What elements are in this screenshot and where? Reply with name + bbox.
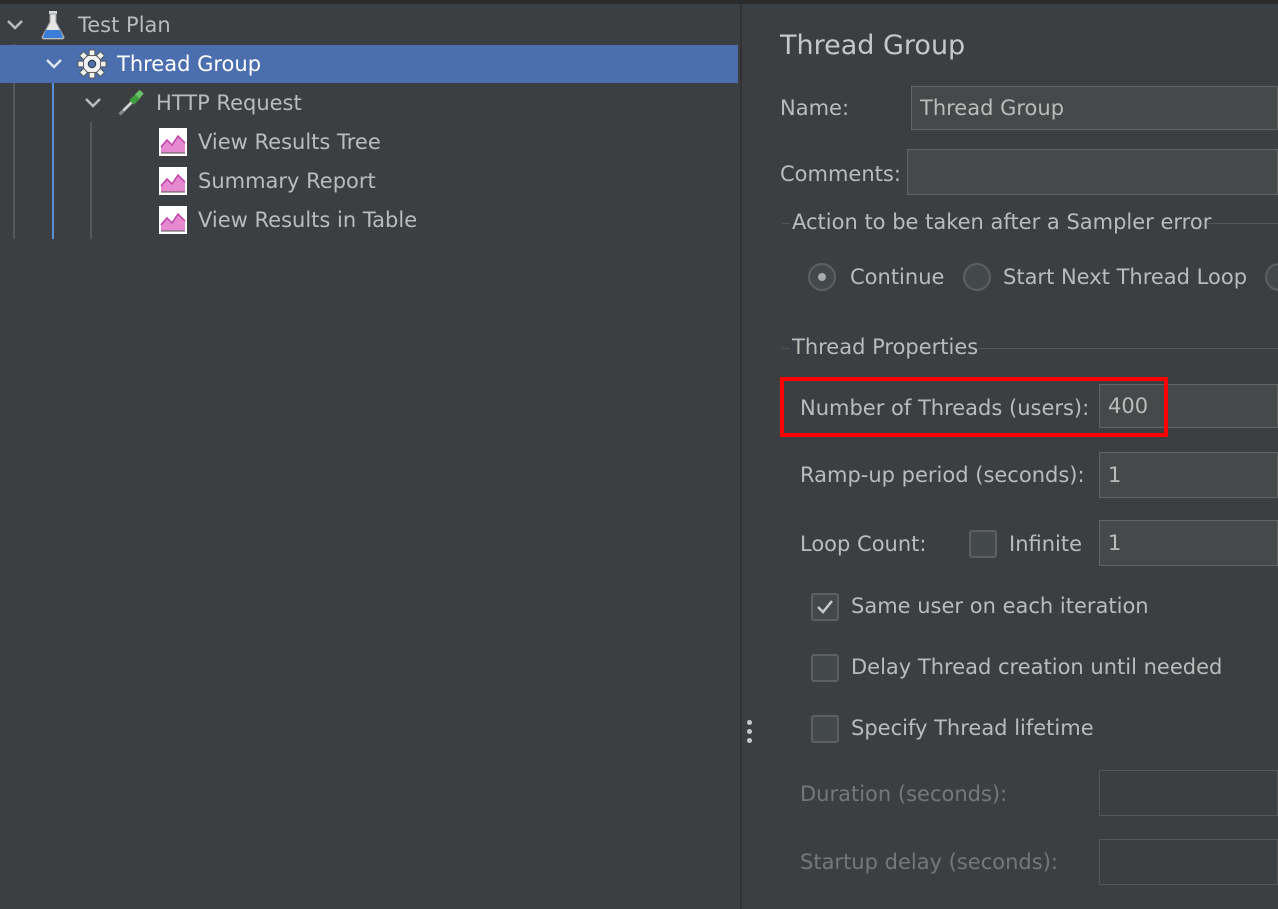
group-border bbox=[782, 223, 790, 224]
chart-listener-icon bbox=[158, 127, 188, 157]
infinite-checkbox[interactable] bbox=[969, 530, 997, 558]
panel-splitter[interactable] bbox=[738, 4, 760, 909]
thread-group-panel: Thread Group Name: Thread Group Comments… bbox=[760, 4, 1278, 909]
chevron-down-icon[interactable] bbox=[4, 14, 26, 36]
checkmark-icon bbox=[817, 600, 833, 614]
infinite-checkbox-label[interactable]: Infinite bbox=[1009, 532, 1082, 556]
same-user-checkbox[interactable] bbox=[811, 593, 839, 621]
name-field[interactable]: Thread Group bbox=[911, 86, 1278, 130]
rampup-period-field[interactable]: 1 bbox=[1099, 452, 1278, 498]
chevron-down-icon[interactable] bbox=[82, 92, 104, 114]
delay-thread-creation-checkbox[interactable] bbox=[811, 654, 839, 682]
number-of-threads-field[interactable]: 400 bbox=[1099, 384, 1278, 428]
start-next-thread-loop-label[interactable]: Start Next Thread Loop bbox=[1003, 265, 1247, 289]
tree-item-http-request[interactable]: HTTP Request bbox=[0, 84, 740, 122]
group-border bbox=[782, 348, 790, 349]
specify-thread-lifetime-checkbox[interactable] bbox=[811, 715, 839, 743]
number-of-threads-value: 400 bbox=[1108, 394, 1149, 418]
thread-properties-legend: Thread Properties bbox=[792, 335, 979, 359]
specify-thread-lifetime-label[interactable]: Specify Thread lifetime bbox=[851, 716, 1094, 740]
same-user-label[interactable]: Same user on each iteration bbox=[851, 594, 1149, 618]
drag-handle-icon[interactable] bbox=[745, 720, 753, 743]
chart-listener-icon bbox=[158, 166, 188, 196]
tree-item-label: HTTP Request bbox=[156, 91, 302, 115]
loop-count-label: Loop Count: bbox=[800, 532, 927, 556]
tree-item-label: View Results in Table bbox=[198, 208, 418, 232]
group-border bbox=[1208, 223, 1278, 224]
chart-listener-icon bbox=[158, 205, 188, 235]
tree-item-thread-group[interactable]: Thread Group bbox=[0, 45, 740, 83]
pipette-icon bbox=[116, 88, 146, 118]
next-option-radio[interactable] bbox=[1265, 263, 1278, 291]
tree-item-label: Test Plan bbox=[78, 13, 171, 37]
rampup-period-value: 1 bbox=[1108, 463, 1122, 487]
duration-field bbox=[1099, 770, 1278, 816]
loop-count-field[interactable]: 1 bbox=[1099, 520, 1278, 566]
chevron-down-icon[interactable] bbox=[43, 53, 65, 75]
number-of-threads-label: Number of Threads (users): bbox=[800, 396, 1090, 420]
test-plan-tree: Test Plan Thread Group HTTP Request View… bbox=[0, 4, 740, 909]
page-title: Thread Group bbox=[780, 30, 966, 61]
comments-field[interactable] bbox=[907, 149, 1278, 195]
delay-thread-creation-label[interactable]: Delay Thread creation until needed bbox=[851, 655, 1222, 679]
group-border bbox=[978, 348, 1278, 349]
loop-count-value: 1 bbox=[1108, 531, 1122, 555]
name-label: Name: bbox=[780, 96, 850, 120]
tree-item-summary-report[interactable]: Summary Report bbox=[0, 162, 740, 200]
tree-item-label: View Results Tree bbox=[198, 130, 381, 154]
start-next-thread-loop-radio[interactable] bbox=[963, 263, 991, 291]
tree-item-label: Thread Group bbox=[117, 52, 262, 76]
flask-icon bbox=[38, 10, 68, 40]
continue-radio-label[interactable]: Continue bbox=[850, 265, 944, 289]
splitter-bar bbox=[740, 4, 742, 909]
tree-item-label: Summary Report bbox=[198, 169, 376, 193]
duration-label: Duration (seconds): bbox=[800, 782, 1008, 806]
tree-item-view-results-tree[interactable]: View Results Tree bbox=[0, 123, 740, 161]
gear-icon bbox=[77, 49, 107, 79]
name-field-value: Thread Group bbox=[920, 96, 1065, 120]
sampler-error-legend: Action to be taken after a Sampler error bbox=[792, 210, 1212, 234]
rampup-period-label: Ramp-up period (seconds): bbox=[800, 463, 1085, 487]
tree-item-view-results-in-table[interactable]: View Results in Table bbox=[0, 201, 740, 239]
continue-radio[interactable] bbox=[808, 263, 836, 291]
startup-delay-label: Startup delay (seconds): bbox=[800, 850, 1058, 874]
tree-item-test-plan[interactable]: Test Plan bbox=[0, 6, 740, 44]
comments-label: Comments: bbox=[780, 162, 901, 186]
startup-delay-field bbox=[1099, 839, 1278, 885]
